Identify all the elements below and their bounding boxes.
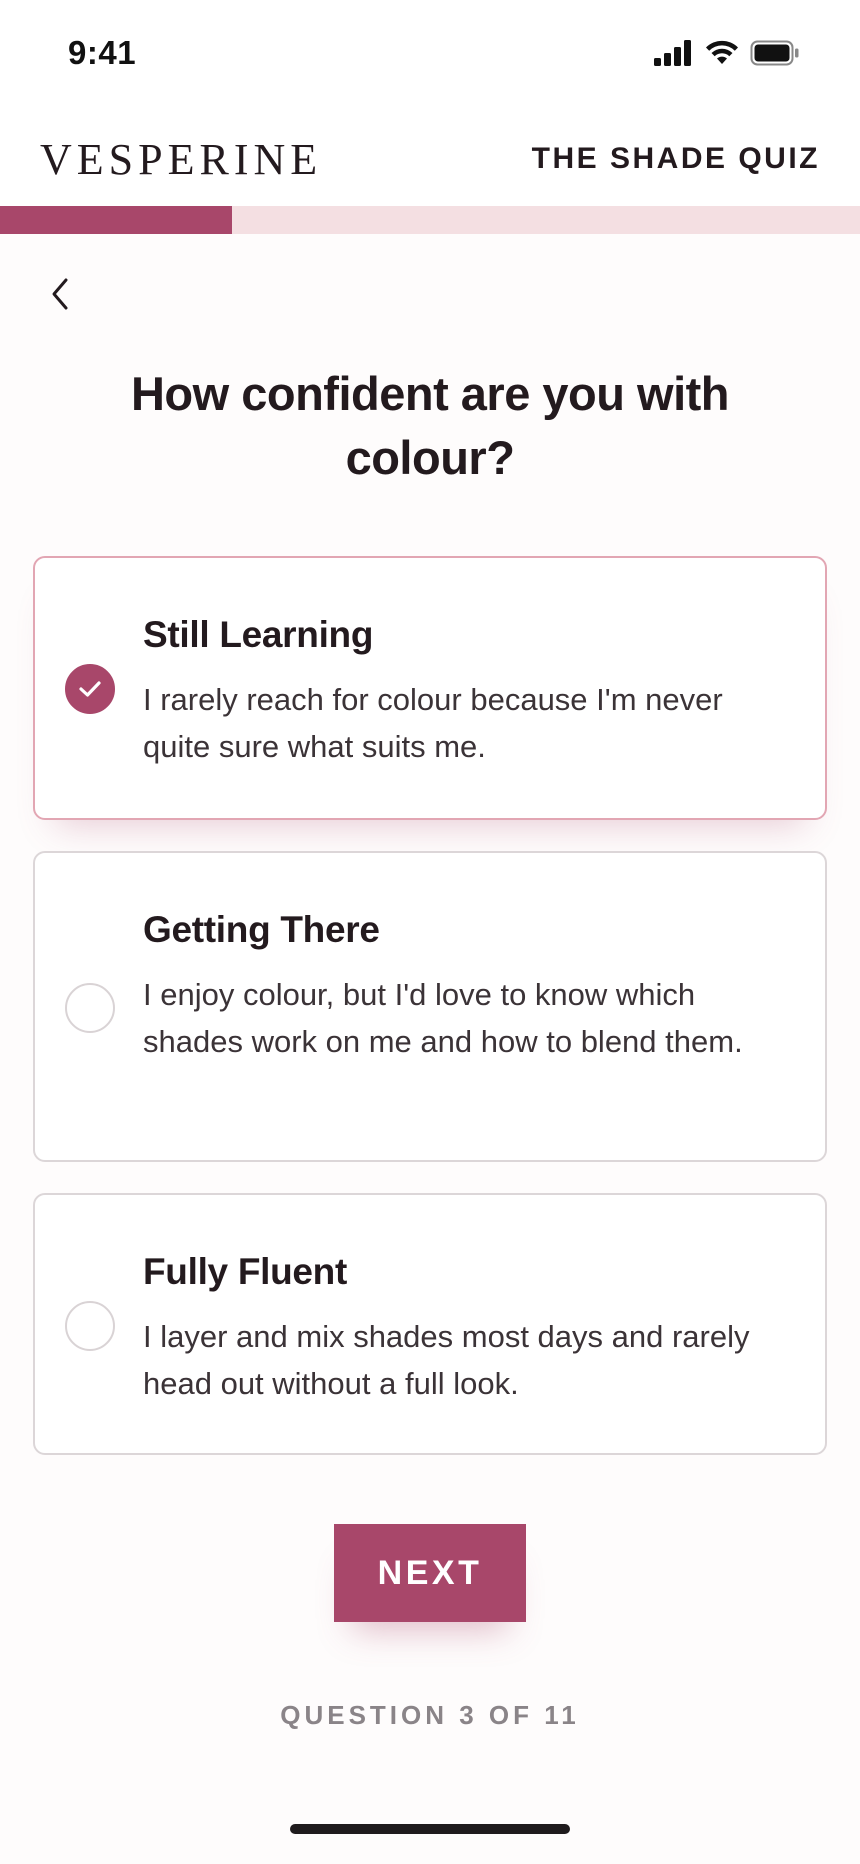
app-header: VESPERINE THE SHADE QUIZ	[0, 108, 860, 206]
wifi-icon	[706, 40, 738, 64]
option-title: Still Learning	[143, 614, 374, 655]
option-title: Getting There	[143, 909, 380, 950]
status-time: 9:41	[68, 34, 137, 71]
option-title: Fully Fluent	[143, 1251, 348, 1292]
progress-bar	[0, 206, 860, 234]
option-still-learning[interactable]: Still Learning I rarely reach for colour…	[33, 556, 827, 820]
option-description: I enjoy colour, but I'd love to know whi…	[143, 977, 743, 1059]
question-title: How confident are you with colour?	[130, 367, 730, 484]
radio-checked[interactable]	[65, 664, 115, 714]
option-getting-there[interactable]: Getting There I enjoy colour, but I'd lo…	[33, 851, 827, 1162]
home-indicator[interactable]	[290, 1824, 570, 1834]
option-description: I rarely reach for colour because I'm ne…	[143, 682, 723, 764]
radio-unchecked[interactable]	[65, 983, 115, 1033]
status-bar: 9:41	[0, 0, 860, 108]
battery-icon	[750, 40, 799, 66]
radio-unchecked[interactable]	[65, 1301, 115, 1351]
quiz-title: THE SHADE QUIZ	[531, 142, 820, 175]
chevron-left-icon	[52, 278, 68, 310]
check-icon	[79, 681, 101, 697]
brand-logo[interactable]: VESPERINE	[40, 134, 322, 185]
option-fully-fluent[interactable]: Fully Fluent I layer and mix shades most…	[33, 1193, 827, 1455]
question-counter: QUESTION 3 OF 11	[280, 1700, 580, 1730]
signal-icon	[654, 40, 691, 66]
option-description: I layer and mix shades most days and rar…	[143, 1319, 750, 1401]
progress-fill	[0, 206, 233, 234]
next-button[interactable]: NEXT	[334, 1524, 526, 1622]
status-icons	[654, 40, 800, 66]
back-button[interactable]	[38, 272, 82, 316]
